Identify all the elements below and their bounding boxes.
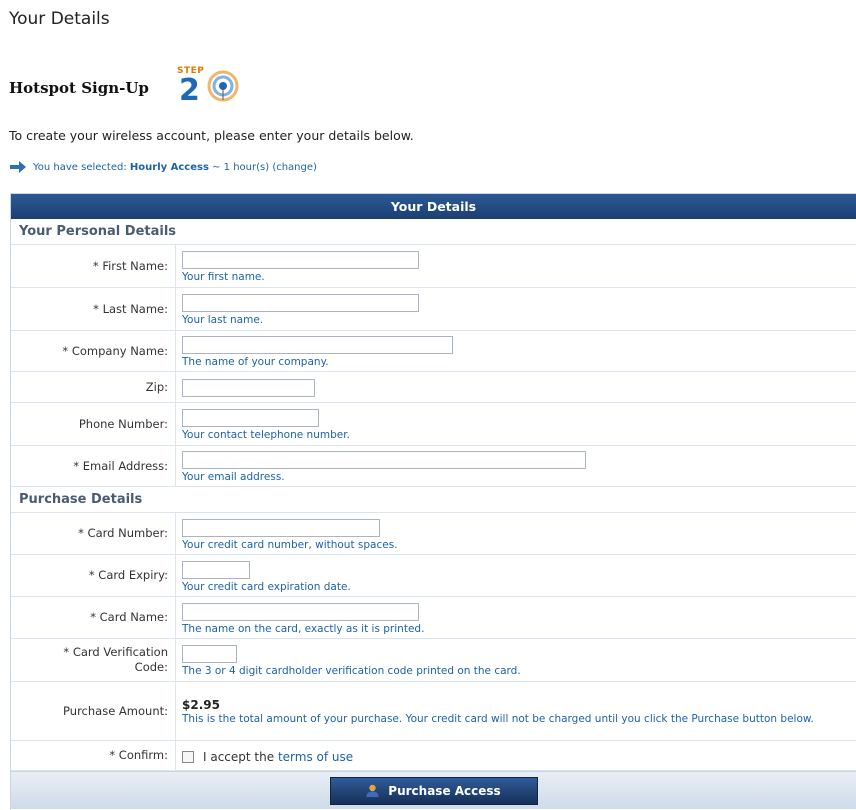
step-2-icon: STEP 2 xyxy=(167,64,259,112)
company-row: * Company Name: The name of your company… xyxy=(11,331,856,372)
email-row: * Email Address: Your email address. xyxy=(11,446,856,487)
card-name-hint: The name on the card, exactly as it is p… xyxy=(182,622,425,635)
purchase-section-title: Purchase Details xyxy=(11,487,856,513)
zip-row: Zip: xyxy=(11,372,856,403)
purchase-amount-note: This is the total amount of your purchas… xyxy=(182,713,814,725)
selected-duration: ~ 1 hour(s) xyxy=(212,161,270,173)
last-name-hint: Your last name. xyxy=(182,314,264,326)
email-label: * Email Address: xyxy=(11,446,176,486)
selection-summary: You have selected: Hourly Access ~ 1 hou… xyxy=(9,161,317,173)
selection-prefix: You have selected: xyxy=(33,161,127,173)
intro-text: To create your wireless account, please … xyxy=(9,128,414,143)
card-number-row: * Card Number: Your credit card number, … xyxy=(11,513,856,555)
company-hint: The name of your company. xyxy=(182,356,329,368)
accept-text: I accept the xyxy=(203,749,275,764)
card-number-hint: Your credit card number, without spaces. xyxy=(182,538,398,551)
page-title: Your Details xyxy=(9,9,110,29)
card-expiry-hint: Your credit card expiration date. xyxy=(182,580,351,593)
cvc-field[interactable] xyxy=(182,645,237,663)
selected-plan: Hourly Access xyxy=(129,161,209,173)
step-number: 2 xyxy=(179,73,200,108)
phone-field[interactable] xyxy=(182,409,319,427)
last-name-field[interactable] xyxy=(182,294,419,312)
card-expiry-label: * Card Expiry: xyxy=(11,555,176,596)
card-name-label: * Card Name: xyxy=(11,597,176,638)
purchase-access-button[interactable]: Purchase Access xyxy=(329,776,538,805)
terms-checkbox[interactable] xyxy=(182,750,194,763)
first-name-label: * First Name: xyxy=(11,245,176,287)
cvc-hint: The 3 or 4 digit cardholder verification… xyxy=(182,665,521,677)
card-name-field[interactable] xyxy=(182,602,419,621)
phone-row: Phone Number: Your contact telephone num… xyxy=(11,403,856,446)
first-name-field[interactable] xyxy=(182,251,419,269)
cvc-label: * Card Verification Code: xyxy=(11,639,176,681)
purchase-amount-label: Purchase Amount: xyxy=(11,682,176,740)
card-expiry-field[interactable] xyxy=(182,560,250,579)
change-link[interactable]: (change) xyxy=(272,162,317,173)
personal-section-title: Your Personal Details xyxy=(11,219,856,245)
email-field[interactable] xyxy=(182,451,586,469)
arrow-right-icon xyxy=(10,161,26,173)
card-expiry-row: * Card Expiry: Your credit card expirati… xyxy=(11,555,856,597)
phone-label: Phone Number: xyxy=(11,403,176,445)
zip-field[interactable] xyxy=(182,379,315,397)
last-name-label: * Last Name: xyxy=(11,288,176,330)
confirm-label: * Confirm: xyxy=(11,741,176,770)
card-name-row: * Card Name: The name on the card, exact… xyxy=(11,597,856,639)
email-hint: Your email address. xyxy=(182,471,285,483)
purchase-amount-value: $2.95 xyxy=(182,698,220,712)
signup-heading: Hotspot Sign-Up STEP 2 xyxy=(9,64,259,112)
first-name-row: * First Name: Your first name. xyxy=(11,245,856,288)
last-name-row: * Last Name: Your last name. xyxy=(11,288,856,331)
first-name-hint: Your first name. xyxy=(182,271,265,283)
confirm-row: * Confirm: I accept the terms of use xyxy=(11,741,856,771)
target-icon xyxy=(207,70,239,102)
purchase-access-label: Purchase Access xyxy=(388,783,501,798)
card-number-field[interactable] xyxy=(182,518,380,537)
terms-of-use-link[interactable]: terms of use xyxy=(278,750,353,764)
card-number-label: * Card Number: xyxy=(11,513,176,554)
purchase-amount-row: Purchase Amount: $2.95 This is the total… xyxy=(11,682,856,741)
zip-label: Zip: xyxy=(11,372,176,402)
company-label: * Company Name: xyxy=(11,331,176,371)
cvc-row: * Card Verification Code: The 3 or 4 digi… xyxy=(11,639,856,682)
user-icon xyxy=(366,784,379,797)
phone-hint: Your contact telephone number. xyxy=(182,429,350,441)
form-footer: Purchase Access xyxy=(11,771,856,809)
signup-title: Hotspot Sign-Up xyxy=(9,79,149,97)
form-header: Your Details xyxy=(11,194,856,219)
company-name-field[interactable] xyxy=(182,336,453,354)
details-form: Your Details Your Personal Details * Fir… xyxy=(10,193,856,810)
